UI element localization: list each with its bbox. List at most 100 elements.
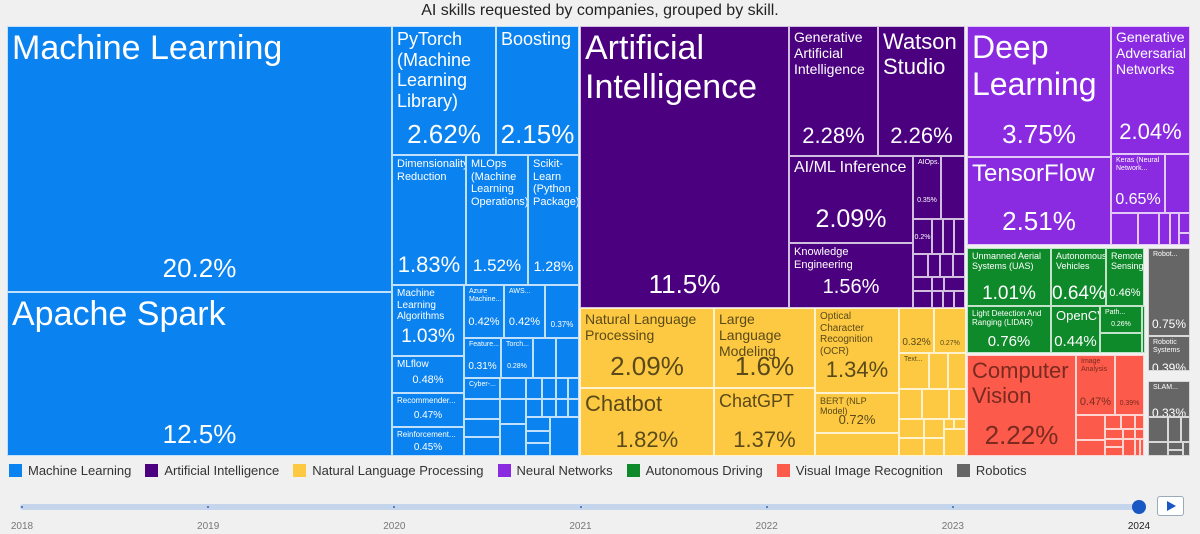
timeline-year-label[interactable]: 2022 [756, 521, 778, 532]
treemap-cell-small[interactable] [949, 389, 966, 419]
treemap-cell-small[interactable] [1105, 429, 1123, 439]
timeline-year-label[interactable]: 2024 [1128, 521, 1150, 532]
treemap-cell-small[interactable] [1170, 213, 1179, 245]
treemap-cell-small[interactable] [568, 399, 579, 417]
treemap-cell-small[interactable] [941, 156, 965, 219]
treemap-cell-small[interactable] [899, 389, 922, 419]
treemap-cell-small[interactable] [1148, 442, 1168, 456]
treemap-cell[interactable]: AIOps... 0.35% [913, 156, 941, 219]
treemap-cell-small[interactable] [944, 277, 965, 291]
treemap-cell-small[interactable] [1123, 429, 1135, 439]
treemap-cell[interactable]: Torch... 0.28% [501, 338, 533, 378]
treemap-cell-small[interactable] [1183, 442, 1190, 456]
treemap-cell-small[interactable] [1123, 439, 1135, 456]
treemap-cell-small[interactable] [1159, 213, 1170, 245]
treemap-cell-small[interactable] [1121, 415, 1135, 429]
treemap-cell[interactable]: Machine Learning Algorithms 1.03% [392, 285, 464, 356]
treemap-cell[interactable]: Knowledge Engineering 1.56% [789, 243, 913, 308]
legend-item[interactable]: Natural Language Processing [293, 463, 484, 478]
treemap-cell-small[interactable] [953, 254, 965, 277]
treemap-cell[interactable]: Robot... 0.75% [1148, 248, 1190, 336]
legend-item[interactable]: Robotics [956, 463, 1026, 478]
treemap-cell-small[interactable] [954, 291, 965, 308]
timeline-year-label[interactable]: 2018 [11, 521, 33, 532]
treemap-cell-small[interactable] [526, 417, 550, 431]
legend-item[interactable]: Autonomous Driving [626, 463, 763, 478]
treemap-cell[interactable]: 0.2% [913, 219, 932, 254]
treemap-cell[interactable]: Scikit-Learn (Python Package) 1.28% [528, 155, 579, 285]
treemap-cell-small[interactable] [943, 291, 954, 308]
treemap-cell-small[interactable] [1138, 213, 1159, 245]
treemap-cell-small[interactable] [913, 254, 928, 277]
treemap-cell[interactable]: 0.39% [1115, 355, 1144, 415]
treemap-cell[interactable]: Recommender... 0.47% [392, 393, 464, 427]
treemap-cell-small[interactable] [1142, 306, 1145, 353]
treemap-cell[interactable]: Image Analysis 0.47% [1076, 355, 1115, 415]
legend-item[interactable]: Neural Networks [497, 463, 613, 478]
treemap-cell[interactable]: Path... 0.26% [1100, 306, 1142, 333]
treemap-cell[interactable]: Autonomous Vehicles 0.64% [1051, 248, 1106, 306]
treemap-cell-small[interactable] [1100, 333, 1142, 353]
treemap-cell[interactable]: AWS... 0.42% [504, 285, 545, 338]
treemap-cell-small[interactable] [1105, 447, 1123, 456]
treemap-cell-small[interactable] [526, 378, 542, 399]
treemap-cell[interactable]: OpenCV 0.44% [1051, 306, 1100, 353]
treemap-cell-small[interactable] [542, 378, 556, 399]
treemap-cell[interactable]: MLflow 0.48% [392, 356, 464, 393]
treemap-cell-small[interactable] [1105, 439, 1123, 447]
treemap-cell-small[interactable] [944, 429, 966, 456]
treemap-cell-small[interactable] [500, 399, 526, 424]
treemap-cell-small[interactable] [556, 338, 579, 378]
treemap-cell[interactable]: 0.32% [899, 308, 934, 353]
treemap-cell-small[interactable] [1111, 213, 1138, 245]
timeline-year-label[interactable]: 2021 [569, 521, 591, 532]
treemap-cell-small[interactable] [526, 399, 542, 417]
treemap-cell-small[interactable] [913, 291, 932, 308]
treemap-cell-small[interactable] [899, 419, 924, 438]
treemap-cell[interactable]: Light Detection And Ranging (LIDAR) 0.76% [967, 306, 1051, 353]
treemap-cell[interactable]: TensorFlow 2.51% [967, 157, 1111, 245]
treemap-cell-small[interactable] [932, 277, 944, 291]
treemap-cell-small[interactable] [924, 419, 944, 438]
treemap-cell-small[interactable] [526, 431, 550, 443]
treemap-cell[interactable]: Keras (Neural Network... 0.65% [1111, 154, 1165, 213]
treemap-cell[interactable]: Computer Vision 2.22% [967, 355, 1076, 456]
treemap-cell-small[interactable] [1168, 417, 1181, 442]
treemap-cell[interactable]: AI/ML Inference 2.09% [789, 156, 913, 243]
treemap-cell-small[interactable] [929, 353, 948, 389]
treemap-cell[interactable]: Chatbot 1.82% [580, 388, 714, 456]
treemap-cell-small[interactable] [932, 291, 943, 308]
treemap-cell-small[interactable] [948, 353, 966, 389]
treemap-cell[interactable]: Cyber-... [464, 378, 500, 399]
treemap-cell-small[interactable] [500, 378, 526, 399]
treemap-cell-small[interactable] [940, 254, 953, 277]
treemap-cell-small[interactable] [556, 399, 568, 417]
legend-item[interactable]: Visual Image Recognition [776, 463, 943, 478]
treemap-cell[interactable]: Generative Adversarial Networks 2.04% [1111, 26, 1190, 154]
treemap-cell-small[interactable] [899, 438, 924, 456]
treemap-cell[interactable]: Unmanned Aerial Systems (UAS) 1.01% [967, 248, 1051, 306]
treemap-cell[interactable]: BERT (NLP Model) 0.72% [815, 393, 899, 433]
timeline-year-label[interactable]: 2019 [197, 521, 219, 532]
treemap-cell[interactable]: Watson Studio 2.26% [878, 26, 965, 156]
treemap-cell[interactable]: PyTorch (Machine Learning Library) 2.62% [392, 26, 496, 155]
timeline-year-label[interactable]: 2020 [383, 521, 405, 532]
treemap-cell[interactable]: Boosting 2.15% [496, 26, 579, 155]
treemap-cell-small[interactable] [550, 417, 579, 456]
treemap-cell[interactable]: Artificial Intelligence 11.5% [580, 26, 789, 308]
treemap-cell-small[interactable] [943, 219, 954, 254]
treemap-cell-small[interactable] [928, 254, 940, 277]
treemap-cell-small[interactable] [1168, 450, 1183, 456]
treemap-cell[interactable]: Text... [899, 353, 929, 389]
treemap-cell-small[interactable] [500, 424, 526, 456]
treemap-cell[interactable]: Robotic Systems 0.39% [1148, 336, 1190, 371]
treemap-cell[interactable]: Deep Learning 3.75% [967, 26, 1111, 157]
treemap-cell[interactable]: Generative Artificial Intelligence 2.28% [789, 26, 878, 156]
treemap-cell-small[interactable] [1135, 415, 1144, 429]
treemap-cell-small[interactable] [1168, 442, 1183, 450]
legend-item[interactable]: Machine Learning [9, 463, 131, 478]
treemap-cell[interactable]: Feature... 0.31% [464, 338, 501, 378]
treemap-cell-small[interactable] [1165, 154, 1190, 213]
treemap-cell-small[interactable] [1076, 415, 1105, 440]
treemap-cell[interactable]: Remote Sensing 0.46% [1106, 248, 1144, 306]
